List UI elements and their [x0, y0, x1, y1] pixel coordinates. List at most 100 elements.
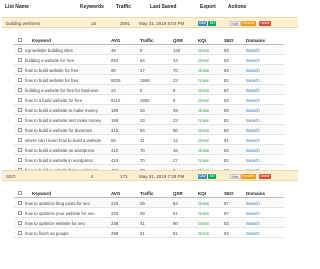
keyword-avg: 48: [111, 48, 116, 53]
keyword-kqi: Great: [198, 148, 209, 153]
keyword-checkbox[interactable]: [18, 98, 22, 102]
keyword-kqi: Great: [198, 68, 209, 73]
keyword-checkbox[interactable]: [18, 138, 22, 142]
domains-search-link[interactable]: Search: [246, 221, 260, 226]
keyword-avg: 238: [111, 221, 119, 226]
column-seo[interactable]: SEO: [224, 191, 234, 196]
header-actions: Actions: [228, 4, 247, 10]
keyword-checkbox[interactable]: [18, 221, 22, 225]
keyword-traffic: 51: [140, 231, 145, 236]
note-button[interactable]: Note: [229, 21, 241, 26]
keyword-seo: 91: [224, 138, 229, 143]
keyword-kqi: Great: [198, 88, 209, 93]
column-avg[interactable]: AVG: [111, 191, 120, 196]
column-keyword[interactable]: Keyword: [32, 38, 51, 43]
column-domains[interactable]: Domains: [246, 38, 265, 43]
domains-search-link[interactable]: Search: [246, 78, 260, 83]
keyword-checkbox[interactable]: [18, 211, 22, 215]
list-last-saved: May 31, 2019 8:04 PM: [139, 21, 185, 26]
domains-search-link[interactable]: Search: [246, 118, 260, 123]
note-button[interactable]: Note: [229, 174, 241, 179]
column-domains[interactable]: Domains: [246, 191, 265, 196]
keyword-qsr: 91: [173, 231, 178, 236]
keyword-traffic: 17: [140, 68, 145, 73]
column-seo[interactable]: SEO: [224, 38, 234, 43]
column-avg[interactable]: AVG: [111, 38, 120, 43]
keyword-checkbox[interactable]: [18, 78, 22, 82]
keyword-checkbox[interactable]: [18, 108, 22, 112]
keyword-checkbox[interactable]: [18, 118, 22, 122]
list-name[interactable]: building websites: [6, 21, 40, 26]
list-traffic: 3591: [120, 21, 131, 26]
keyword-checkbox[interactable]: [18, 58, 22, 62]
keyword-traffic: 1550: [140, 98, 150, 103]
keyword-checkbox[interactable]: [18, 201, 22, 205]
column-kqi[interactable]: KQI: [198, 38, 206, 43]
keyword-checkbox[interactable]: [18, 148, 22, 152]
column-qsr[interactable]: QSR: [173, 38, 183, 43]
keyword-qsr: 16: [173, 148, 178, 153]
domains-search-link[interactable]: Search: [246, 148, 260, 153]
domains-search-link[interactable]: Search: [246, 108, 260, 113]
keyword-row: how to build a website in wordpress 410 70…: [14, 155, 284, 165]
keyword-row: how to build website for free 90 17 70 Great…: [14, 65, 284, 75]
keyword-text: how to build a website in wordpress: [25, 158, 93, 163]
keyword-checkbox[interactable]: [18, 48, 22, 52]
keyword-seo: 87: [224, 211, 229, 216]
keyword-avg: 316: [111, 128, 119, 133]
keyword-row: how to build a website for dummies 316 54 5…: [14, 125, 284, 135]
keyword-text: how to finish as google: [25, 231, 69, 236]
keyword-row: how to build a website and make money 189…: [14, 115, 284, 125]
keyword-kqi: Great: [198, 158, 209, 163]
export-csv-button[interactable]: CSV: [198, 174, 207, 179]
list-name[interactable]: SEO: [6, 174, 16, 179]
delete-button[interactable]: Delete: [259, 174, 272, 179]
export-txt-button[interactable]: TXT: [208, 174, 217, 179]
export-csv-button[interactable]: CSV: [198, 21, 207, 26]
select-all-checkbox[interactable]: [18, 191, 22, 195]
column-kqi[interactable]: KQI: [198, 191, 206, 196]
header-traffic: Traffic: [116, 4, 132, 10]
keyword-text: building a website for free: [25, 58, 74, 63]
delete-button[interactable]: Delete: [259, 21, 272, 26]
domains-search-link[interactable]: Search: [246, 68, 260, 73]
keyword-qsr: 27: [173, 158, 178, 163]
column-keyword[interactable]: Keyword: [32, 191, 51, 196]
keyword-qsr: 133: [173, 48, 181, 53]
keyword-checkbox[interactable]: [18, 88, 22, 92]
keyword-avg: 410: [111, 158, 119, 163]
keyword-checkbox[interactable]: [18, 231, 22, 235]
domains-search-link[interactable]: Search: [246, 201, 260, 206]
keyword-traffic: 70: [140, 158, 145, 163]
keyword-seo: 84: [224, 68, 229, 73]
keyword-qsr: 50: [173, 128, 178, 133]
domains-search-link[interactable]: Search: [246, 88, 260, 93]
keyword-checkbox[interactable]: [18, 158, 22, 162]
domains-search-link[interactable]: Search: [246, 48, 260, 53]
keyword-kqi: Great: [198, 221, 209, 226]
keyword-seo: 82: [224, 231, 229, 236]
keyword-kqi: Great: [198, 128, 209, 133]
list-row[interactable]: SEO 4 171 May 31, 2019 7:28 PM CSV TXT Note Ren…: [2, 170, 298, 181]
rename-button[interactable]: Rename: [241, 21, 257, 26]
domains-search-link[interactable]: Search: [246, 231, 260, 236]
column-qsr[interactable]: QSR: [173, 191, 183, 196]
export-txt-button[interactable]: TXT: [208, 21, 217, 26]
domains-search-link[interactable]: Search: [246, 138, 260, 143]
keyword-kqi: Great: [198, 108, 209, 113]
select-all-checkbox[interactable]: [18, 38, 22, 42]
keyword-row: where can i learn how to build a website…: [14, 135, 284, 145]
domains-search-link[interactable]: Search: [246, 211, 260, 216]
keyword-checkbox[interactable]: [18, 68, 22, 72]
keyword-avg: 226: [111, 201, 119, 206]
column-traffic[interactable]: Traffic: [140, 191, 154, 196]
keyword-checkbox[interactable]: [18, 128, 22, 132]
list-row[interactable]: building websites 15 3591 May 31, 2019 8:04…: [2, 17, 298, 28]
domains-search-link[interactable]: Search: [246, 128, 260, 133]
domains-search-link[interactable]: Search: [246, 158, 260, 163]
column-traffic[interactable]: Traffic: [140, 38, 154, 43]
domains-search-link[interactable]: Search: [246, 98, 260, 103]
rename-button[interactable]: Rename: [241, 174, 257, 179]
keyword-qsr: 23: [173, 118, 178, 123]
domains-search-link[interactable]: Search: [246, 58, 260, 63]
